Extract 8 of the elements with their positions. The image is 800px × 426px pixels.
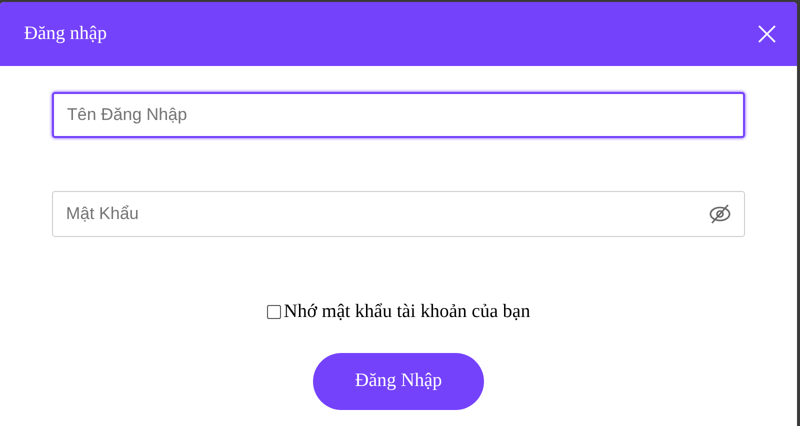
remember-label: Nhớ mật khẩu tài khoản của bạn — [284, 300, 530, 324]
close-icon[interactable] — [757, 24, 777, 44]
eye-slash-icon[interactable] — [709, 203, 731, 225]
login-button[interactable]: Đăng Nhập — [313, 352, 484, 410]
remember-checkbox[interactable] — [266, 305, 281, 320]
dialog-title: Đăng nhập — [24, 22, 107, 46]
password-field[interactable]: Mật Khẩu — [52, 191, 745, 237]
username-field[interactable]: Tên Đăng Nhập — [52, 92, 745, 138]
